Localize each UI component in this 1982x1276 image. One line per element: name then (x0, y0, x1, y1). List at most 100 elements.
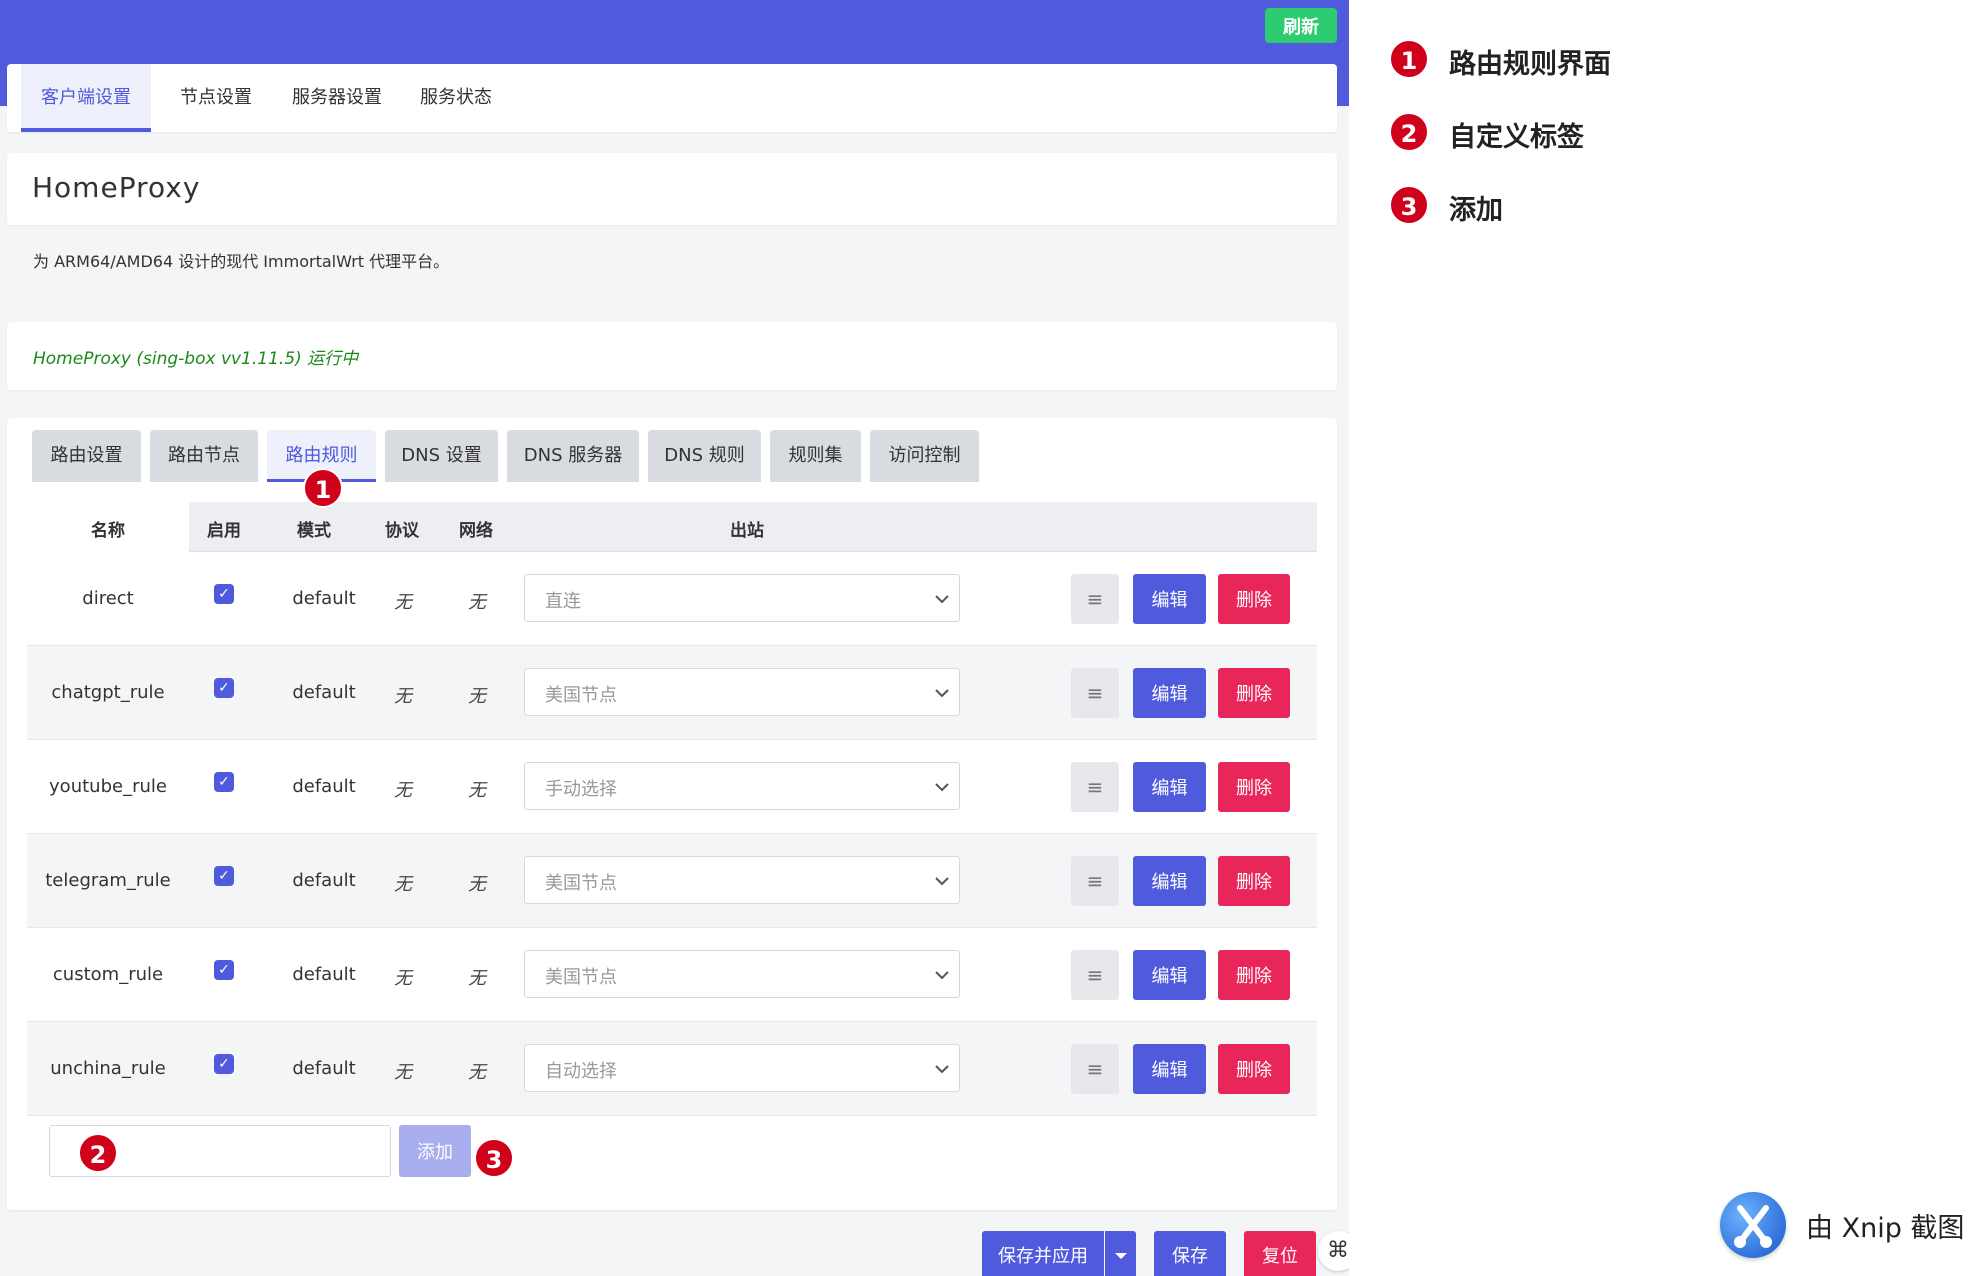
drag-sort-handle[interactable]: ≡ (1071, 1044, 1119, 1094)
outbound-select[interactable]: 美国节点 (524, 668, 960, 716)
rule-protocol: 无 (394, 686, 412, 707)
subtab-access-control[interactable]: 访问控制 (870, 430, 979, 482)
status-card: HomeProxy (sing-box vv1.11.5) 运行中 (7, 322, 1337, 390)
subtab-routing-nodes[interactable]: 路由节点 (150, 430, 258, 482)
save-apply-button[interactable]: 保存并应用 (982, 1231, 1104, 1276)
edit-button[interactable]: 编辑 (1133, 574, 1206, 624)
rule-protocol: 无 (394, 968, 412, 989)
header-protocol: 协议 (385, 521, 419, 541)
drag-sort-handle[interactable]: ≡ (1071, 668, 1119, 718)
header-network: 网络 (459, 521, 493, 541)
subtab-routing-settings[interactable]: 路由设置 (32, 430, 141, 482)
scissors-icon (1734, 1205, 1772, 1248)
rule-network: 无 (468, 1062, 486, 1083)
chevron-down-icon (935, 877, 949, 886)
delete-button[interactable]: 删除 (1218, 1044, 1290, 1094)
service-status-text: HomeProxy (sing-box vv1.11.5) 运行中 (33, 349, 359, 369)
outbound-select-value: 自动选择 (545, 1061, 617, 1082)
chevron-down-icon (935, 971, 949, 980)
tab-server-settings[interactable]: 服务器设置 (275, 64, 399, 132)
outbound-select[interactable]: 手动选择 (524, 762, 960, 810)
drag-sort-handle[interactable]: ≡ (1071, 574, 1119, 624)
tab-service-status[interactable]: 服务状态 (403, 64, 509, 132)
subtab-dns-rules[interactable]: DNS 规则 (648, 430, 761, 482)
enabled-checkbox[interactable]: ✓ (214, 678, 234, 698)
rule-name: direct (82, 588, 134, 609)
edit-button[interactable]: 编辑 (1133, 950, 1206, 1000)
outbound-select[interactable]: 自动选择 (524, 1044, 960, 1092)
drag-sort-handle[interactable]: ≡ (1071, 950, 1119, 1000)
legend-label-3: 添加 (1449, 195, 1503, 226)
rule-name: telegram_rule (45, 870, 171, 891)
delete-button[interactable]: 删除 (1218, 668, 1290, 718)
edit-button[interactable]: 编辑 (1133, 856, 1206, 906)
delete-button[interactable]: 删除 (1218, 950, 1290, 1000)
drag-sort-handle[interactable]: ≡ (1071, 856, 1119, 906)
rule-name: custom_rule (52, 964, 164, 985)
subtab-dns-settings[interactable]: DNS 设置 (385, 430, 498, 482)
table-row: chatgpt_rule ✓ default 无 无 美国节点 ≡ 编辑 删除 (27, 646, 1317, 740)
outbound-select-value: 手动选择 (545, 779, 617, 800)
outbound-select[interactable]: 美国节点 (524, 950, 960, 998)
header-enabled: 启用 (207, 521, 241, 541)
table-row: direct ✓ default 无 无 直连 ≡ 编辑 删除 (27, 552, 1317, 646)
add-button[interactable]: 添加 (399, 1125, 471, 1177)
chevron-down-icon (935, 689, 949, 698)
title-card: HomeProxy (7, 153, 1337, 225)
enabled-checkbox[interactable]: ✓ (214, 1054, 234, 1074)
rule-mode: default (292, 588, 356, 609)
legend-label-2: 自定义标签 (1449, 122, 1584, 153)
rule-network: 无 (468, 780, 486, 801)
tab-client-settings[interactable]: 客户端设置 (21, 64, 151, 132)
reset-button[interactable]: 复位 (1244, 1231, 1316, 1276)
outbound-select-value: 美国节点 (545, 967, 617, 988)
subtab-dns-servers[interactable]: DNS 服务器 (507, 430, 639, 482)
table-row: telegram_rule ✓ default 无 无 美国节点 ≡ 编辑 删除 (27, 834, 1317, 928)
rule-protocol: 无 (394, 592, 412, 613)
outbound-select[interactable]: 美国节点 (524, 856, 960, 904)
refresh-button[interactable]: 刷新 (1265, 8, 1337, 43)
legend-marker-3: 3 (1389, 185, 1429, 225)
table-header: 名称 启用 模式 协议 网络 出站 (27, 502, 1317, 552)
enabled-checkbox[interactable]: ✓ (214, 584, 234, 604)
tab-node-settings[interactable]: 节点设置 (163, 64, 269, 132)
save-apply-dropdown[interactable] (1105, 1231, 1136, 1276)
legend-marker-1: 1 (1389, 39, 1429, 79)
subtab-rule-sets[interactable]: 规则集 (770, 430, 861, 482)
command-key-icon[interactable]: ⌘ (1318, 1231, 1349, 1271)
header-name: 名称 (91, 521, 125, 541)
rule-mode: default (292, 964, 356, 985)
annotation-marker-3: 3 (474, 1138, 514, 1178)
save-button[interactable]: 保存 (1154, 1231, 1226, 1276)
drag-sort-handle[interactable]: ≡ (1071, 762, 1119, 812)
rules-table: 名称 启用 模式 协议 网络 出站 direct ✓ default 无无直连 ≡ 编辑删… (27, 502, 1317, 1116)
outbound-select-value: 美国节点 (545, 873, 617, 894)
xnip-watermark: 由 Xnip 截图 (1806, 1213, 1965, 1244)
table-row: custom_rule ✓ default 无 无 美国节点 ≡ 编辑 删除 (27, 928, 1317, 1022)
rule-mode: default (292, 870, 356, 891)
outbound-select-value: 美国节点 (545, 685, 617, 706)
delete-button[interactable]: 删除 (1218, 856, 1290, 906)
rule-network: 无 (468, 874, 486, 895)
rule-mode: default (292, 682, 356, 703)
xnip-logo-icon (1720, 1192, 1786, 1258)
chevron-down-icon (935, 783, 949, 792)
rule-network: 无 (468, 592, 486, 613)
edit-button[interactable]: 编辑 (1133, 668, 1206, 718)
rule-protocol: 无 (394, 1062, 412, 1083)
rule-name: unchina_rule (50, 1058, 166, 1079)
annotation-marker-1: 1 (303, 468, 343, 508)
rule-protocol: 无 (394, 874, 412, 895)
rule-mode: default (292, 776, 356, 797)
outbound-select[interactable]: 直连 (524, 574, 960, 622)
delete-button[interactable]: 删除 (1218, 574, 1290, 624)
delete-button[interactable]: 删除 (1218, 762, 1290, 812)
legend-label-1: 路由规则界面 (1449, 49, 1611, 80)
enabled-checkbox[interactable]: ✓ (214, 960, 234, 980)
edit-button[interactable]: 编辑 (1133, 762, 1206, 812)
enabled-checkbox[interactable]: ✓ (214, 866, 234, 886)
rule-name: chatgpt_rule (51, 682, 165, 703)
edit-button[interactable]: 编辑 (1133, 1044, 1206, 1094)
rule-mode: default (292, 1058, 356, 1079)
enabled-checkbox[interactable]: ✓ (214, 772, 234, 792)
